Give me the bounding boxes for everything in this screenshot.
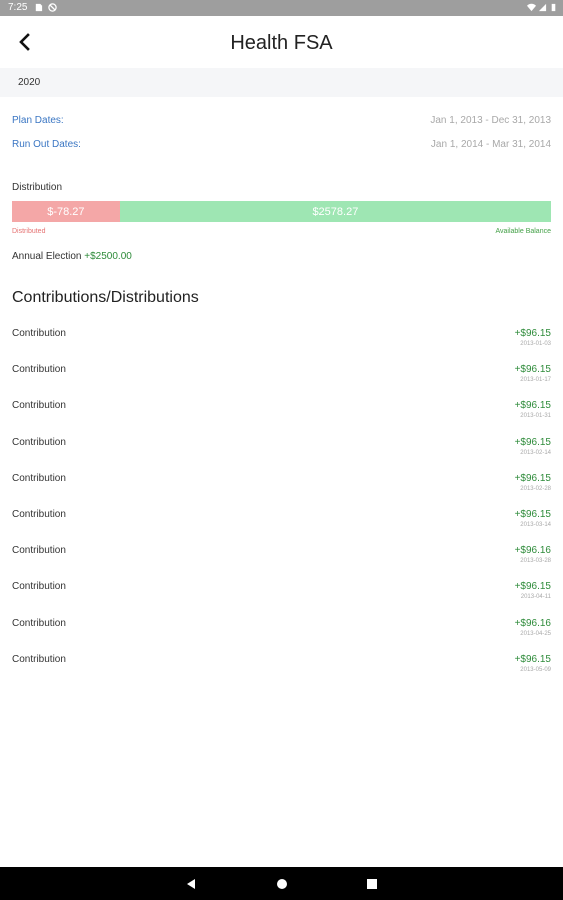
transaction-amount: +$96.15 — [514, 400, 551, 412]
transaction-amount: +$96.15 — [514, 653, 551, 665]
list-item[interactable]: Contribution +$96.15 2013-04-11 — [0, 573, 563, 609]
distributed-caption: Distributed — [12, 228, 46, 235]
transaction-label: Contribution — [12, 436, 66, 448]
available-segment: $2578.27 — [119, 201, 551, 222]
transaction-amount: +$96.15 — [514, 364, 551, 376]
transaction-amount: +$96.16 — [514, 545, 551, 557]
run-out-dates-label: Run Out Dates: — [12, 139, 81, 150]
status-time: 7:25 — [8, 2, 28, 13]
page-title: Health FSA — [230, 32, 333, 54]
distribution-label: Distribution — [12, 182, 63, 193]
run-out-dates-value: Jan 1, 2014 - Mar 31, 2014 — [430, 139, 551, 150]
list-item[interactable]: Contribution +$96.15 2013-01-17 — [0, 356, 563, 392]
transaction-amount: +$96.15 — [514, 508, 551, 520]
transaction-label: Contribution — [12, 400, 66, 412]
battery-icon — [551, 3, 556, 12]
transaction-amount: +$96.16 — [514, 617, 551, 629]
transaction-label: Contribution — [12, 545, 66, 557]
list-item[interactable]: Contribution +$96.15 2013-02-28 — [0, 465, 563, 501]
year-label: 2020 — [18, 77, 41, 88]
transaction-label: Contribution — [12, 653, 66, 665]
transaction-date: 2013-01-03 — [520, 341, 551, 347]
transaction-label: Contribution — [12, 364, 66, 376]
available-caption: Available Balance — [495, 228, 551, 235]
available-amount: $2578.27 — [312, 205, 359, 218]
transaction-label: Contribution — [12, 617, 66, 629]
list-item[interactable]: Contribution +$96.16 2013-04-25 — [0, 610, 563, 646]
list-item[interactable]: Contribution +$96.15 2013-03-14 — [0, 501, 563, 537]
distributed-amount: $-78.27 — [47, 205, 85, 218]
transaction-date: 2013-04-25 — [520, 630, 551, 637]
transaction-date: 2013-02-14 — [520, 449, 551, 456]
transaction-date: 2013-03-14 — [520, 521, 551, 528]
sd-card-icon — [35, 3, 43, 12]
transaction-date: 2013-04-11 — [520, 594, 551, 601]
triangle-back-icon[interactable] — [184, 877, 198, 891]
transaction-amount: +$96.15 — [514, 472, 551, 484]
transaction-date: 2013-05-09 — [520, 666, 551, 673]
distribution-bar: $-78.27 $2578.27 — [12, 201, 551, 222]
wifi-icon — [527, 3, 536, 12]
transaction-label: Contribution — [12, 581, 66, 593]
square-recents-icon[interactable] — [365, 877, 379, 891]
transaction-date: 2013-03-28 — [520, 558, 551, 565]
list-item[interactable]: Contribution +$96.15 2013-01-31 — [0, 392, 563, 428]
circle-home-icon[interactable] — [275, 877, 289, 891]
signal-icon — [538, 3, 547, 12]
transaction-date: 2013-01-17 — [520, 377, 551, 384]
annual-election-label: Annual Election — [12, 251, 82, 262]
transaction-amount: +$96.15 — [514, 328, 551, 339]
transaction-date: 2013-02-28 — [520, 485, 551, 492]
plan-dates-label: Plan Dates: — [12, 115, 64, 126]
plan-dates-value: Jan 1, 2013 - Dec 31, 2013 — [430, 115, 551, 126]
transaction-amount: +$96.15 — [514, 581, 551, 593]
transaction-label: Contribution — [12, 328, 66, 339]
transaction-label: Contribution — [12, 472, 66, 484]
distributed-segment: $-78.27 — [12, 201, 120, 222]
system-nav-bar — [0, 867, 563, 900]
list-item[interactable]: Contribution +$96.15 2013-01-03 — [0, 320, 563, 356]
transaction-date: 2013-01-31 — [520, 413, 551, 420]
section-title: Contributions/Distributions — [12, 289, 199, 306]
transaction-label: Contribution — [12, 508, 66, 520]
transaction-amount: +$96.15 — [514, 436, 551, 448]
list-item[interactable]: Contribution +$96.15 2013-05-09 — [0, 646, 563, 682]
annual-election: Annual Election +$2500.00 — [12, 251, 132, 262]
list-item[interactable]: Contribution +$96.15 2013-02-14 — [0, 429, 563, 465]
annual-election-amount: +$2500.00 — [84, 251, 132, 262]
transaction-list: Contribution +$96.15 2013-01-03 Contributio… — [0, 320, 563, 682]
list-item[interactable]: Contribution +$96.16 2013-03-28 — [0, 537, 563, 573]
status-bar: 7:25 — [0, 0, 563, 16]
app-bar: Health FSA — [0, 16, 563, 68]
year-selector[interactable]: 2020 — [0, 68, 563, 97]
no-disturb-icon — [48, 3, 57, 12]
